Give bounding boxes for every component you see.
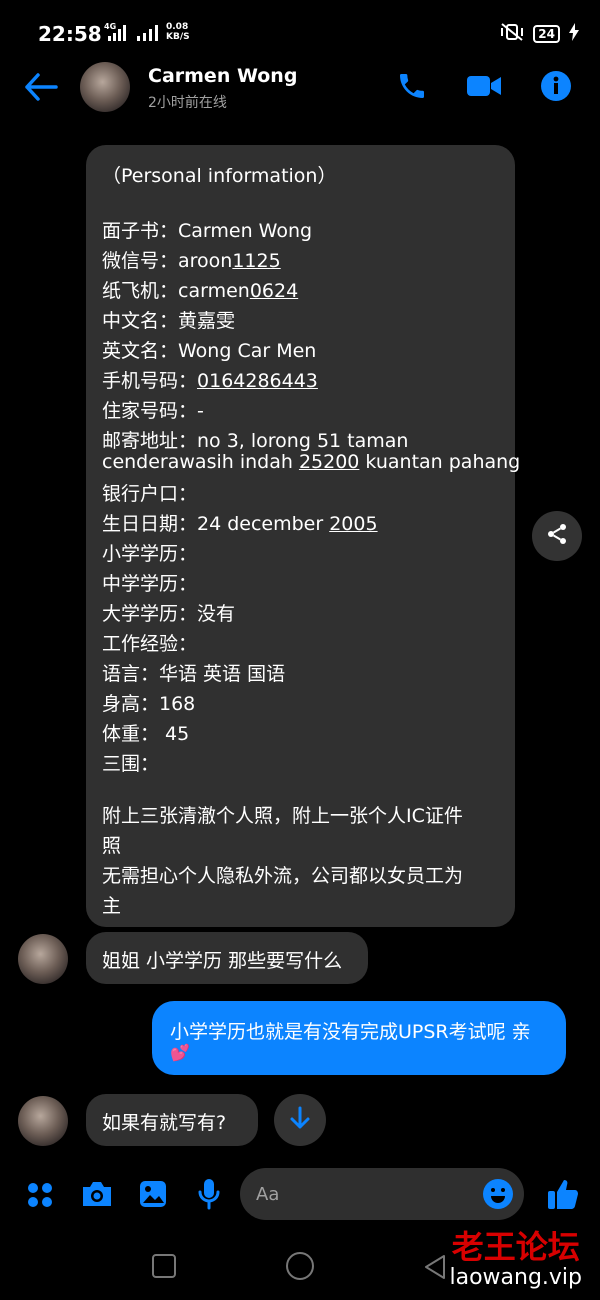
info-title: （Personal information）	[102, 165, 337, 187]
info-line: 微信号：aroon1125	[102, 250, 281, 272]
phone-call-icon[interactable]	[396, 70, 428, 106]
info-icon[interactable]	[540, 70, 572, 106]
watermark-url: laowang.vip	[449, 1265, 582, 1290]
info-line: cenderawasih indah 25200 kuantan pahang	[102, 451, 521, 473]
video-call-icon[interactable]	[466, 72, 502, 104]
message-text: 小学学历也就是有没有完成UPSR考试呢 亲	[170, 1021, 531, 1043]
contact-avatar[interactable]	[80, 62, 130, 112]
network-speed: 0.08 KB/S	[166, 22, 190, 42]
home-icon[interactable]	[285, 1251, 315, 1285]
watermark-name: 老王论坛	[451, 1228, 580, 1266]
outgoing-message-bubble[interactable]: 小学学历也就是有没有完成UPSR考试呢 亲 💕	[152, 1001, 566, 1075]
message-input[interactable]: Aa	[240, 1168, 524, 1220]
info-line: 体重： 45	[102, 723, 190, 745]
info-line: 工作经验：	[102, 633, 198, 655]
info-note-line: 附上三张清澈个人照，附上一张个人IC证件	[102, 805, 463, 827]
back-arrow-icon[interactable]	[24, 72, 58, 106]
info-note-line: 主	[102, 895, 122, 917]
message-input-placeholder: Aa	[256, 1184, 280, 1205]
speed-value: 0.08	[166, 22, 189, 32]
camera-icon[interactable]	[80, 1179, 114, 1213]
sender-avatar[interactable]	[18, 1096, 68, 1146]
speed-unit: KB/S	[166, 32, 190, 42]
contact-last-seen: 2小时前在线	[148, 95, 227, 111]
share-button[interactable]	[532, 511, 582, 561]
info-line: 面子书：Carmen Wong	[102, 220, 313, 242]
info-line: 三围：	[102, 753, 160, 775]
info-line: 中学学历：	[102, 573, 198, 595]
info-message-bubble[interactable]: （Personal information） 面子书：Carmen Wong 微…	[86, 145, 520, 927]
linked-number[interactable]: 0164286443	[197, 370, 318, 392]
emoji-icon[interactable]	[482, 1178, 514, 1214]
incoming-message-bubble[interactable]: 姐姐 小学学历 那些要写什么	[86, 932, 368, 984]
info-note-line: 照	[102, 835, 122, 857]
status-time: 22:58	[38, 22, 102, 46]
chat-header: Carmen Wong 2小时前在线	[0, 60, 600, 120]
message-text: 姐姐 小学学历 那些要写什么	[102, 950, 343, 972]
more-apps-icon[interactable]	[26, 1181, 54, 1213]
signal-icon: 4G	[104, 22, 128, 46]
info-note-line: 无需担心个人隐私外流，公司都以女员工为	[102, 865, 464, 887]
microphone-icon[interactable]	[197, 1178, 221, 1214]
info-line: 中文名：黄嘉雯	[102, 310, 236, 332]
charging-icon	[568, 23, 580, 45]
network-type: 4G	[104, 22, 116, 31]
linked-number[interactable]: 0624	[250, 280, 298, 302]
info-line: 大学学历：没有	[102, 603, 236, 625]
info-line: 手机号码：0164286443	[102, 370, 318, 392]
mute-vibrate-icon	[499, 22, 525, 46]
battery-level: 24	[533, 25, 560, 43]
hearts-emoji: 💕	[170, 1043, 190, 1062]
info-line: 语言：华语 英语 国语	[102, 663, 286, 685]
info-line: 住家号码：-	[102, 400, 204, 422]
recent-apps-icon[interactable]	[152, 1254, 176, 1282]
scroll-to-bottom-button[interactable]	[274, 1094, 326, 1146]
info-line: 英文名：Wong Car Men	[102, 340, 317, 362]
contact-name[interactable]: Carmen Wong	[148, 65, 297, 87]
info-line: 小学学历：	[102, 543, 198, 565]
status-bar: 22:58 4G 0.08 KB/S 24	[0, 0, 600, 62]
info-line: 银行户口：	[102, 483, 198, 505]
message-text: 如果有就写有?	[102, 1112, 227, 1134]
gallery-icon[interactable]	[138, 1179, 168, 1213]
linked-number[interactable]: 1125	[232, 250, 280, 272]
signal-2-icon	[136, 22, 160, 46]
watermark: 老王论坛 laowang.vip	[449, 1228, 582, 1290]
info-line: 身高：168	[102, 693, 196, 715]
sender-avatar[interactable]	[18, 934, 68, 984]
linked-number[interactable]: 2005	[329, 513, 377, 535]
arrow-down-icon	[289, 1106, 311, 1134]
info-line: 邮寄地址：no 3, lorong 51 taman	[102, 430, 409, 452]
message-composer: Aa	[0, 1165, 600, 1225]
incoming-message-bubble[interactable]: 如果有就写有?	[86, 1094, 258, 1146]
linked-number[interactable]: 25200	[299, 451, 359, 473]
thumbs-up-icon[interactable]	[546, 1177, 580, 1215]
back-nav-icon[interactable]	[424, 1254, 446, 1284]
info-line: 生日日期：24 december 2005	[102, 513, 378, 535]
share-icon	[545, 522, 569, 550]
info-line: 纸飞机：carmen0624	[102, 280, 299, 302]
